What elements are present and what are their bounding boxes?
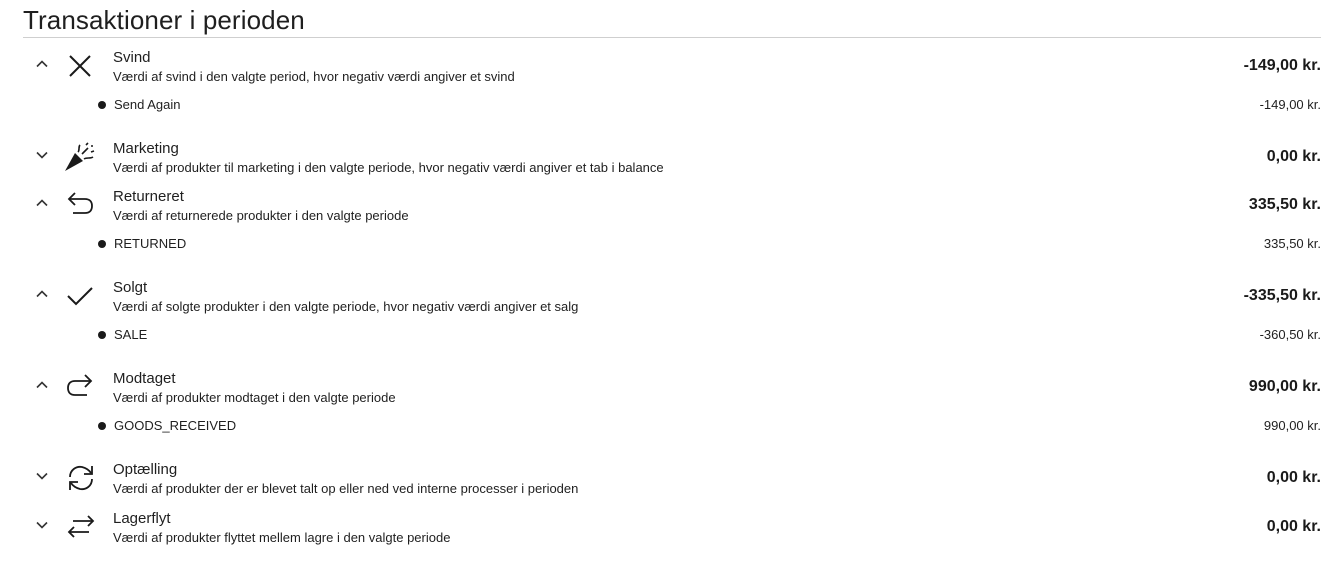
transaction-description: Værdi af svind i den valgte period, hvor…: [113, 69, 515, 84]
item-label: Send Again: [114, 97, 181, 112]
swap-arrows-icon: [63, 510, 99, 542]
item-label: SALE: [114, 327, 148, 342]
collapse-toggle-solgt[interactable]: [33, 285, 51, 303]
collapse-toggle-svind[interactable]: [33, 55, 51, 73]
chevron-up-icon: [36, 199, 48, 207]
chevron-up-icon: [36, 60, 48, 68]
transaction-description: Værdi af returnerede produkter i den val…: [113, 208, 409, 223]
undo-arrow-icon: [63, 188, 99, 220]
redo-arrow-icon: [63, 370, 99, 402]
transaction-name: Modtaget: [113, 370, 176, 387]
transaction-total: 0,00 kr.: [1266, 469, 1321, 486]
transaction-description: Værdi af produkter der er blevet talt op…: [113, 481, 579, 496]
chevron-down-icon: [36, 151, 48, 159]
item-label: GOODS_RECEIVED: [114, 418, 237, 433]
transaction-name: Svind: [113, 49, 151, 66]
list-item: RETURNED 335,50 kr.: [23, 235, 1321, 253]
transaction-total: -335,50 kr.: [1243, 287, 1321, 304]
chevron-down-icon: [36, 472, 48, 480]
expand-toggle-lagerflyt[interactable]: [33, 516, 51, 534]
bullet: [98, 331, 106, 339]
transaction-total: -149,00 kr.: [1243, 57, 1321, 74]
x-icon: [63, 49, 99, 81]
transaction-description: Værdi af produkter modtaget i den valgte…: [113, 390, 396, 405]
refresh-cycle-icon: [63, 461, 99, 493]
chevron-up-icon: [36, 290, 48, 298]
expand-toggle-marketing[interactable]: [33, 146, 51, 164]
transaction-description: Værdi af solgte produkter i den valgte p…: [113, 299, 579, 314]
list-item: Send Again -149,00 kr.: [23, 96, 1321, 114]
bullet: [98, 422, 106, 430]
transaction-name: Solgt: [113, 279, 148, 296]
title-divider: [23, 37, 1321, 38]
list-item: SALE -360,50 kr.: [23, 326, 1321, 344]
chevron-up-icon: [36, 381, 48, 389]
transaction-description: Værdi af produkter flyttet mellem lagre …: [113, 530, 451, 545]
bullet: [98, 240, 106, 248]
check-icon: [63, 279, 99, 311]
transaction-total: 0,00 kr.: [1266, 518, 1321, 535]
transaction-name: Returneret: [113, 188, 184, 205]
transaction-total: 335,50 kr.: [1248, 196, 1321, 213]
transaction-total: 0,00 kr.: [1266, 148, 1321, 165]
transaction-name: Optælling: [113, 461, 178, 478]
item-label: RETURNED: [114, 236, 187, 251]
transaction-name: Lagerflyt: [113, 510, 171, 527]
party-popper-icon: [63, 140, 99, 172]
transaction-name: Marketing: [113, 140, 179, 157]
transaction-description: Værdi af produkter til marketing i den v…: [113, 160, 664, 175]
chevron-down-icon: [36, 521, 48, 529]
item-amount: 335,50 kr.: [1263, 236, 1321, 251]
list-item: GOODS_RECEIVED 990,00 kr.: [23, 417, 1321, 435]
bullet: [98, 101, 106, 109]
transaction-total: 990,00 kr.: [1248, 378, 1321, 395]
expand-toggle-optaelling[interactable]: [33, 467, 51, 485]
item-amount: -149,00 kr.: [1259, 97, 1321, 112]
collapse-toggle-returneret[interactable]: [33, 194, 51, 212]
item-amount: -360,50 kr.: [1259, 327, 1321, 342]
item-amount: 990,00 kr.: [1263, 418, 1321, 433]
collapse-toggle-modtaget[interactable]: [33, 376, 51, 394]
page-title: Transaktioner i perioden: [23, 5, 305, 35]
